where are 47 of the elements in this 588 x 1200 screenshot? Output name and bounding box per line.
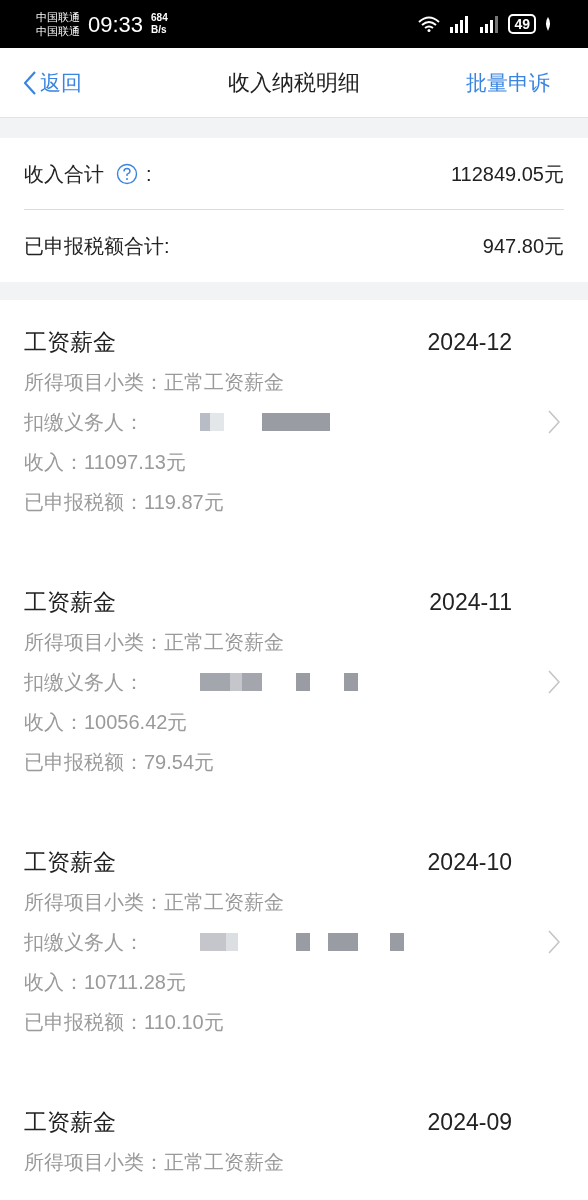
signal-icon bbox=[478, 15, 501, 33]
chevron-right-icon bbox=[548, 930, 560, 954]
summary-label: 已申报税额合计: bbox=[24, 234, 170, 259]
record-tax: 已申报税额：119.87元 bbox=[24, 490, 224, 515]
income-record[interactable]: 工资薪金 2024-10 所得项目小类：正常工资薪金 扣缴义务人： 收入：10711.28元 已申报税额：110.10元 bbox=[0, 820, 588, 1080]
network-speed: B/s bbox=[151, 24, 168, 36]
record-period: 2024-11 bbox=[429, 587, 512, 617]
page-title: 收入纳税明细 bbox=[228, 69, 360, 97]
record-tax: 已申报税额：110.10元 bbox=[24, 1010, 224, 1035]
payer-label: 扣缴义务人： bbox=[24, 410, 144, 435]
summary-colon: : bbox=[146, 161, 152, 187]
record-subtype: 所得项目小类：正常工资薪金 bbox=[24, 1150, 284, 1175]
record-period: 2024-10 bbox=[427, 847, 512, 877]
record-income: 收入：10056.42元 bbox=[24, 710, 188, 735]
record-title: 工资薪金 bbox=[24, 1107, 116, 1137]
network-speed: 684 bbox=[151, 12, 168, 24]
chevron-right-icon bbox=[548, 410, 560, 434]
carrier-name: 中国联通 bbox=[36, 10, 80, 24]
record-title: 工资薪金 bbox=[24, 587, 116, 617]
batch-appeal-button[interactable]: 批量申诉 bbox=[466, 66, 550, 99]
payer-label: 扣缴义务人： bbox=[24, 930, 144, 955]
record-title: 工资薪金 bbox=[24, 327, 116, 357]
wifi-icon bbox=[418, 16, 441, 32]
chevron-right-icon bbox=[548, 670, 560, 694]
income-record[interactable]: 工资薪金 2024-09 所得项目小类：正常工资薪金 bbox=[0, 1080, 588, 1200]
summary-value: 947.80元 bbox=[482, 234, 564, 259]
signal-icon bbox=[448, 15, 471, 33]
battery-indicator: 49 bbox=[508, 14, 536, 34]
record-income: 收入：10711.28元 bbox=[24, 970, 186, 995]
record-title: 工资薪金 bbox=[24, 847, 116, 877]
chevron-left-icon bbox=[24, 70, 36, 95]
back-button[interactable]: 返回 bbox=[24, 66, 82, 99]
income-record[interactable]: 工资薪金 2024-12 所得项目小类：正常工资薪金 扣缴义务人： 收入：11097.13元 已申报税额：119.87元 bbox=[0, 300, 588, 560]
payer-label: 扣缴义务人： bbox=[24, 670, 144, 695]
summary-label: 收入合计 bbox=[24, 161, 104, 187]
clock: 09:33 bbox=[88, 10, 144, 39]
record-subtype: 所得项目小类：正常工资薪金 bbox=[24, 890, 284, 915]
record-subtype: 所得项目小类：正常工资薪金 bbox=[24, 370, 284, 395]
carrier-name: 中国联通 bbox=[36, 24, 80, 38]
record-subtype: 所得项目小类：正常工资薪金 bbox=[24, 630, 284, 655]
summary-value: 112849.05元 bbox=[450, 161, 564, 187]
income-record[interactable]: 工资薪金 2024-11 所得项目小类：正常工资薪金 扣缴义务人： 收入：10056.42元 已申报税额：79.54元 bbox=[0, 560, 588, 820]
help-icon[interactable] bbox=[116, 162, 138, 185]
record-tax: 已申报税额：79.54元 bbox=[24, 750, 215, 775]
record-period: 2024-09 bbox=[427, 1107, 512, 1137]
record-period: 2024-12 bbox=[427, 327, 512, 357]
record-income: 收入：11097.13元 bbox=[24, 450, 186, 475]
